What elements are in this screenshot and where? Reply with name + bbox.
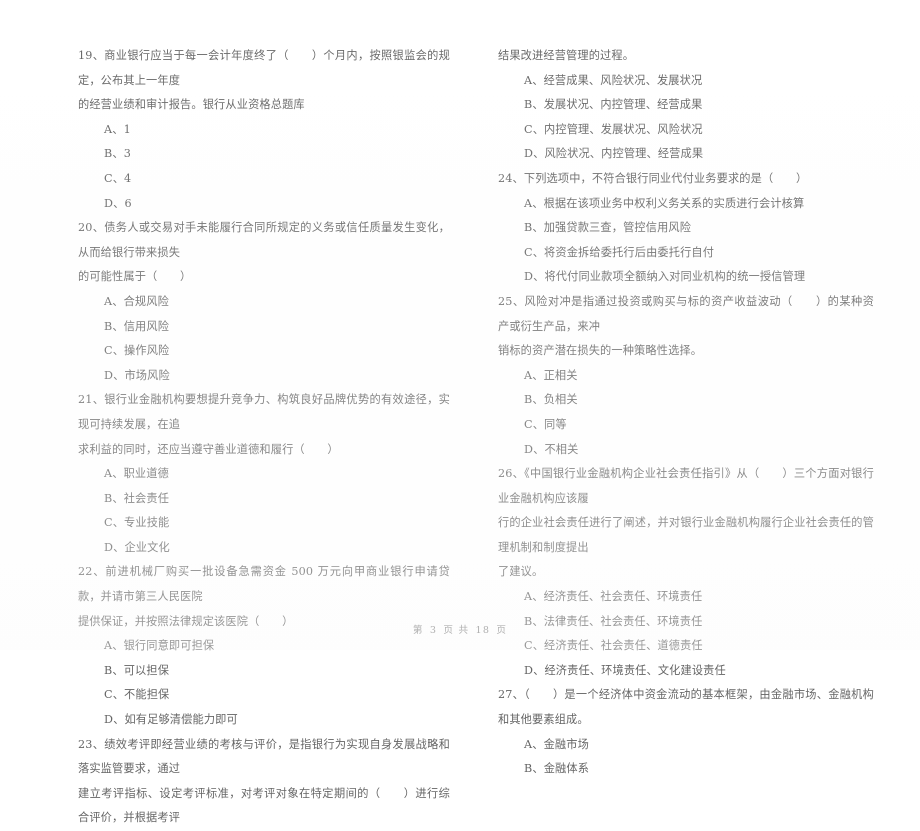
question-22-option-a[interactable]: A、银行同意即可担保 (78, 634, 450, 659)
question-25-stem-line-1: 25、风险对冲是指通过投资或购买与标的资产收益波动（ ）的某种资产或衍生产品，来… (498, 294, 874, 333)
question-25-option-d[interactable]: D、不相关 (498, 438, 874, 463)
question-22-stem-line-1: 22、前进机械厂购买一批设备急需资金 500 万元向甲商业银行申请贷款，并请市第… (78, 565, 450, 604)
question-26-stem-line-1: 26、《中国银行业金融机构企业社会责任指引》从（ ）三个方面对银行业金融机构应该… (498, 467, 874, 505)
question-23-option-d[interactable]: D、风险状况、内控管理、经营成果 (498, 142, 874, 167)
right-column: 结果改进经营管理的过程。 A、经营成果、风险状况、发展状况 B、发展状况、内控管… (460, 44, 880, 782)
question-26: 26、《中国银行业金融机构企业社会责任指引》从（ ）三个方面对银行业金融机构应该… (498, 462, 874, 683)
question-21-option-d[interactable]: D、企业文化 (78, 536, 450, 561)
question-21-option-c[interactable]: C、专业技能 (78, 511, 450, 536)
question-27: 27、（ ）是一个经济体中资金流动的基本框架，由金融市场、金融机构和其他要素组成… (498, 683, 874, 781)
question-21-stem-line-1: 21、银行业金融机构要想提升竞争力、构筑良好品牌优势的有效途径，实现可持续发展，… (78, 393, 450, 431)
question-19-option-c[interactable]: C、4 (78, 167, 450, 192)
question-26-stem-line-2: 行的企业社会责任进行了阐述，并对银行业金融机构履行企业社会责任的管理机制和制度提… (498, 516, 874, 554)
question-23-continuation: 结果改进经营管理的过程。 A、经营成果、风险状况、发展状况 B、发展状况、内控管… (498, 44, 874, 167)
question-20-option-d[interactable]: D、市场风险 (78, 364, 450, 389)
question-22: 22、前进机械厂购买一批设备急需资金 500 万元向甲商业银行申请贷款，并请市第… (78, 560, 450, 732)
question-25: 25、风险对冲是指通过投资或购买与标的资产收益波动（ ）的某种资产或衍生产品，来… (498, 290, 874, 462)
question-21: 21、银行业金融机构要想提升竞争力、构筑良好品牌优势的有效途径，实现可持续发展，… (78, 388, 450, 560)
question-19-option-d[interactable]: D、6 (78, 192, 450, 217)
question-25-option-c[interactable]: C、同等 (498, 413, 874, 438)
question-22-option-b[interactable]: B、可以担保 (78, 659, 450, 684)
question-25-option-b[interactable]: B、负相关 (498, 388, 874, 413)
footer-page-number: 3 (429, 625, 438, 636)
question-25-option-a[interactable]: A、正相关 (498, 364, 874, 389)
question-24-stem-line-1: 24、下列选项中，不符合银行同业代付业务要求的是（ ） (498, 171, 808, 185)
question-23-stem-line-1: 23、绩效考评即经营业绩的考核与评价，是指银行为实现自身发展战略和落实监管要求，… (78, 737, 450, 776)
question-20-stem-line-1: 20、债务人或交易对手未能履行合同所规定的义务或信任质量发生变化，从而给银行带来… (78, 221, 450, 259)
question-26-stem-line-3: 了建议。 (498, 565, 544, 579)
question-19-stem-line-2: 的经营业绩和审计报告。银行从业资格总题库 (78, 98, 305, 112)
footer-page-prefix: 第 (412, 625, 424, 636)
question-22-option-d[interactable]: D、如有足够清偿能力即可 (78, 708, 450, 733)
question-21-stem-line-2: 求利益的同时，还应当遵守善业道德和履行（ ） (78, 442, 339, 456)
question-24-option-b[interactable]: B、加强贷款三查，管控信用风险 (498, 216, 874, 241)
question-24-option-a[interactable]: A、根据在该项业务中权利义务关系的实质进行会计核算 (498, 192, 874, 217)
two-column-layout: 19、商业银行应当于每一会计年度终了（ ）个月内，按照银监会的规定，公布其上一年… (40, 44, 880, 831)
left-column: 19、商业银行应当于每一会计年度终了（ ）个月内，按照银监会的规定，公布其上一年… (40, 44, 460, 831)
footer-page-suffix: 页 (496, 625, 508, 636)
question-24: 24、下列选项中，不符合银行同业代付业务要求的是（ ） A、根据在该项业务中权利… (498, 167, 874, 290)
question-26-option-c[interactable]: C、经济责任、社会责任、道德责任 (498, 634, 874, 659)
question-22-option-c[interactable]: C、不能担保 (78, 683, 450, 708)
question-21-option-a[interactable]: A、职业道德 (78, 462, 450, 487)
question-27-option-a[interactable]: A、金融市场 (498, 733, 874, 758)
question-20-option-c[interactable]: C、操作风险 (78, 339, 450, 364)
question-23-stem-line-2: 建立考评指标、设定考评标准，对考评对象在特定期间的（ ）进行综合评价，并根据考评 (78, 786, 450, 825)
question-26-option-d[interactable]: D、经济责任、环境责任、文化建设责任 (498, 659, 874, 684)
question-21-option-b[interactable]: B、社会责任 (78, 487, 450, 512)
question-23-option-b[interactable]: B、发展状况、内控管理、经营成果 (498, 93, 874, 118)
question-23-stem-line-3: 结果改进经营管理的过程。 (498, 49, 635, 62)
question-26-option-a[interactable]: A、经济责任、社会责任、环境责任 (498, 585, 874, 610)
question-24-option-d[interactable]: D、将代付同业款项全额纳入对同业机构的统一授信管理 (498, 265, 874, 290)
question-23-option-c[interactable]: C、内控管理、发展状况、风险状况 (498, 118, 874, 143)
question-23-option-a[interactable]: A、经营成果、风险状况、发展状况 (498, 69, 874, 94)
footer-page-middle: 页 共 (443, 625, 470, 636)
question-27-option-b[interactable]: B、金融体系 (498, 757, 874, 782)
question-20-stem-line-2: 的可能性属于（ ） (78, 270, 192, 284)
page-footer: 第 3 页 共 18 页 (0, 622, 920, 636)
exam-page: 19、商业银行应当于每一会计年度终了（ ）个月内，按照银监会的规定，公布其上一年… (0, 0, 920, 824)
question-19-option-b[interactable]: B、3 (78, 142, 450, 167)
question-27-stem-line-1: 27、（ ）是一个经济体中资金流动的基本框架，由金融市场、金融机构和其他要素组成… (498, 688, 874, 727)
question-20-option-b[interactable]: B、信用风险 (78, 315, 450, 340)
question-24-option-c[interactable]: C、将资金拆给委托行后由委托行自付 (498, 241, 874, 266)
question-25-stem-line-2: 销标的资产潜在损失的一种策略性选择。 (498, 344, 703, 358)
question-19: 19、商业银行应当于每一会计年度终了（ ）个月内，按照银监会的规定，公布其上一年… (78, 44, 450, 216)
question-20: 20、债务人或交易对手未能履行合同所规定的义务或信任质量发生变化，从而给银行带来… (78, 216, 450, 388)
question-19-option-a[interactable]: A、1 (78, 118, 450, 143)
footer-total-pages: 18 (475, 625, 491, 636)
question-23: 23、绩效考评即经营业绩的考核与评价，是指银行为实现自身发展战略和落实监管要求，… (78, 733, 450, 831)
question-20-option-a[interactable]: A、合规风险 (78, 290, 450, 315)
question-19-stem-line-1: 19、商业银行应当于每一会计年度终了（ ）个月内，按照银监会的规定，公布其上一年… (78, 49, 450, 87)
